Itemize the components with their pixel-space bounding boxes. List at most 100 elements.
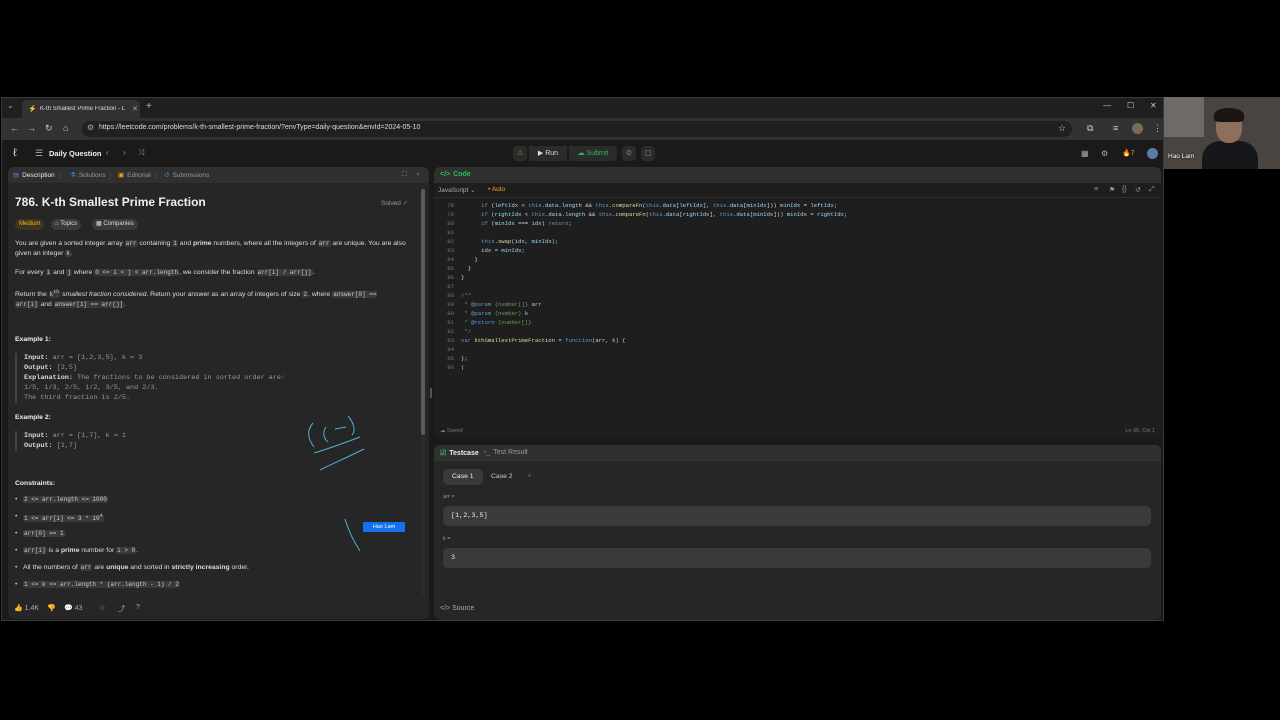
tab-solutions[interactable]: ⚗ Solutions | [70, 171, 111, 179]
tab-description[interactable]: ▤ Description | [13, 171, 60, 179]
browser-menu-icon[interactable]: ⋮ [1153, 123, 1162, 134]
code-panel-header: </> Code [434, 167, 1161, 183]
back-icon[interactable]: ← [10, 123, 19, 133]
panel-resize-handle[interactable] [430, 388, 432, 398]
tab-test-result[interactable]: ›_ Test Result [484, 449, 528, 456]
run-button[interactable]: ▶ Run [529, 146, 567, 161]
format-icon[interactable]: ≡ [1094, 186, 1098, 193]
bookmark-icon[interactable]: ⚑ [1109, 186, 1115, 194]
tab-editorial-label: Editorial [127, 172, 151, 179]
home-icon[interactable]: ⌂ [63, 123, 68, 133]
description-scroll-thumb[interactable] [421, 189, 425, 435]
solved-status: Solved ✓ [381, 199, 408, 207]
streak-counter[interactable]: 🔥7 [1122, 149, 1135, 157]
case-2-tab[interactable]: Case 2 [482, 469, 522, 485]
reset-icon[interactable]: ↺ [1135, 186, 1141, 194]
constraint-item: 2 <= arr.length <= 1000 [15, 496, 108, 503]
comment-icon: 💬 [64, 605, 75, 612]
maximize-icon[interactable]: ☐ [1127, 101, 1134, 110]
timer-icon[interactable]: ⏲ [622, 146, 636, 161]
flask-icon: ⚗ [70, 172, 76, 179]
window-close-icon[interactable]: ✕ [1150, 101, 1157, 110]
submit-button[interactable]: ☁ Submit [569, 146, 617, 161]
shuffle-icon[interactable]: ⤨ [138, 148, 144, 158]
tab-testcase[interactable]: ☑ Testcase [440, 449, 479, 457]
thumbs-down-icon[interactable]: 👎 [47, 604, 56, 612]
tab-submissions[interactable]: ↺ Submissions [164, 171, 209, 179]
extensions-icon[interactable]: ⧉ [1087, 123, 1093, 134]
next-problem-icon[interactable]: › [123, 148, 126, 157]
daily-question-link[interactable]: Daily Question [49, 149, 102, 158]
user-avatar[interactable] [1147, 148, 1158, 159]
description-paragraph-3: Return the kth smallest fraction conside… [15, 289, 378, 308]
editor-status-bar: ☁ Saved Ln 96, Col 1 [434, 426, 1161, 438]
leetcode-logo-icon[interactable]: ℓ [13, 147, 17, 159]
favorite-star-icon[interactable]: ☆ [99, 604, 105, 612]
browser-window: ⌄ ⚡ K-th Smallest Prime Fraction - L ✕ +… [1, 97, 1164, 621]
like-button[interactable]: 👍 1.4K [14, 604, 39, 612]
close-tab-icon[interactable]: ✕ [130, 105, 140, 113]
example-2-heading: Example 2: [15, 414, 51, 421]
topics-label: Topics [60, 221, 78, 227]
k-label: k = [443, 536, 451, 542]
notes-icon[interactable]: ▢ [641, 146, 655, 161]
streak-value: 7 [1130, 150, 1135, 157]
tab-editorial[interactable]: ▣ Editorial | [118, 171, 156, 179]
url-text: https://leetcode.com/problems/k-th-small… [99, 124, 421, 131]
tab-submissions-label: Submissions [172, 172, 210, 179]
layout-icon[interactable]: ▦ [1081, 149, 1089, 158]
expand-icon[interactable]: ⤢ [1149, 186, 1155, 194]
topics-pill[interactable]: ⌂ Topics [51, 219, 82, 230]
tab-search-icon[interactable]: ⌄ [7, 101, 14, 110]
constraint-item: 1 <= arr[i] <= 3 * 104 [15, 513, 104, 522]
history-icon: ↺ [164, 172, 170, 179]
solved-text: Solved [381, 200, 401, 207]
checkbox-icon: ☑ [440, 450, 447, 457]
code-editor[interactable]: 78 if (leftIdx < this.data.length && thi… [434, 200, 1161, 420]
constraint-item: arr[0] == 1 [15, 530, 65, 537]
add-case-icon[interactable]: + [527, 471, 532, 480]
testcase-tabs: ☑ Testcase ›_ Test Result [434, 445, 1161, 461]
media-icon[interactable]: ≡ [1113, 123, 1118, 133]
arr-input[interactable]: [1,2,3,5] [443, 506, 1151, 526]
help-icon[interactable]: ? [136, 604, 140, 611]
testcase-panel: ☑ Testcase ›_ Test Result Case 1 Case 2 + … [434, 445, 1161, 620]
new-tab-icon[interactable]: + [146, 101, 152, 112]
braces-icon[interactable]: {} [1122, 186, 1127, 193]
prev-problem-icon[interactable]: ‹ [106, 148, 109, 157]
leetcode-favicon-icon: ⚡ [28, 105, 37, 113]
maximize-panel-icon[interactable]: ⛶ [402, 171, 407, 179]
source-button[interactable]: </> Source [440, 605, 474, 612]
collapse-panel-icon[interactable]: ‹ [417, 171, 419, 178]
companies-pill[interactable]: ▦ Companies [92, 219, 138, 230]
arr-label: arr = [443, 494, 455, 500]
settings-gear-icon[interactable]: ⚙ [1101, 149, 1108, 158]
problem-title[interactable]: 786. K-th Smallest Prime Fraction [15, 195, 206, 209]
forward-icon[interactable]: → [27, 123, 36, 133]
site-info-icon[interactable]: ⚙ [87, 123, 94, 132]
source-label: Source [452, 605, 475, 612]
case-1-tab[interactable]: Case 1 [443, 469, 483, 485]
address-bar[interactable]: ⚙ https://leetcode.com/problems/k-th-sma… [82, 121, 1072, 137]
problem-list-icon[interactable]: ☰ [35, 148, 43, 159]
share-icon[interactable]: ⤴ [118, 604, 125, 614]
constraint-item: All the numbers of arr are unique and so… [15, 564, 249, 571]
language-select[interactable]: JavaScript ⌄ [438, 186, 476, 194]
browser-tab[interactable]: ⚡ K-th Smallest Prime Fraction - L ✕ [22, 100, 140, 118]
profile-avatar[interactable] [1132, 123, 1143, 134]
minimize-icon[interactable]: — [1103, 101, 1111, 110]
debug-button[interactable]: ⚠ [513, 146, 527, 161]
description-paragraph-1: You are given a sorted integer array arr… [15, 240, 406, 257]
example-1-heading: Example 1: [15, 336, 51, 343]
bookmark-star-icon[interactable]: ☆ [1058, 123, 1066, 134]
reload-icon[interactable]: ↻ [45, 123, 53, 134]
code-title-label: Code [453, 171, 471, 178]
constraints-heading: Constraints: [15, 480, 56, 487]
editor-toolbar: JavaScript ⌄ • Auto ≡ ⚑ {} ↺ ⤢ [434, 183, 1161, 198]
language-value: JavaScript [438, 187, 469, 194]
tab-bar: ⌄ ⚡ K-th Smallest Prime Fraction - L ✕ +… [2, 98, 1163, 118]
auto-mode-toggle[interactable]: • Auto [488, 186, 505, 193]
webcam-overlay: Hao Lam [1164, 97, 1280, 169]
k-input[interactable]: 3 [443, 548, 1151, 568]
comments-button[interactable]: 💬 43 [64, 604, 82, 612]
